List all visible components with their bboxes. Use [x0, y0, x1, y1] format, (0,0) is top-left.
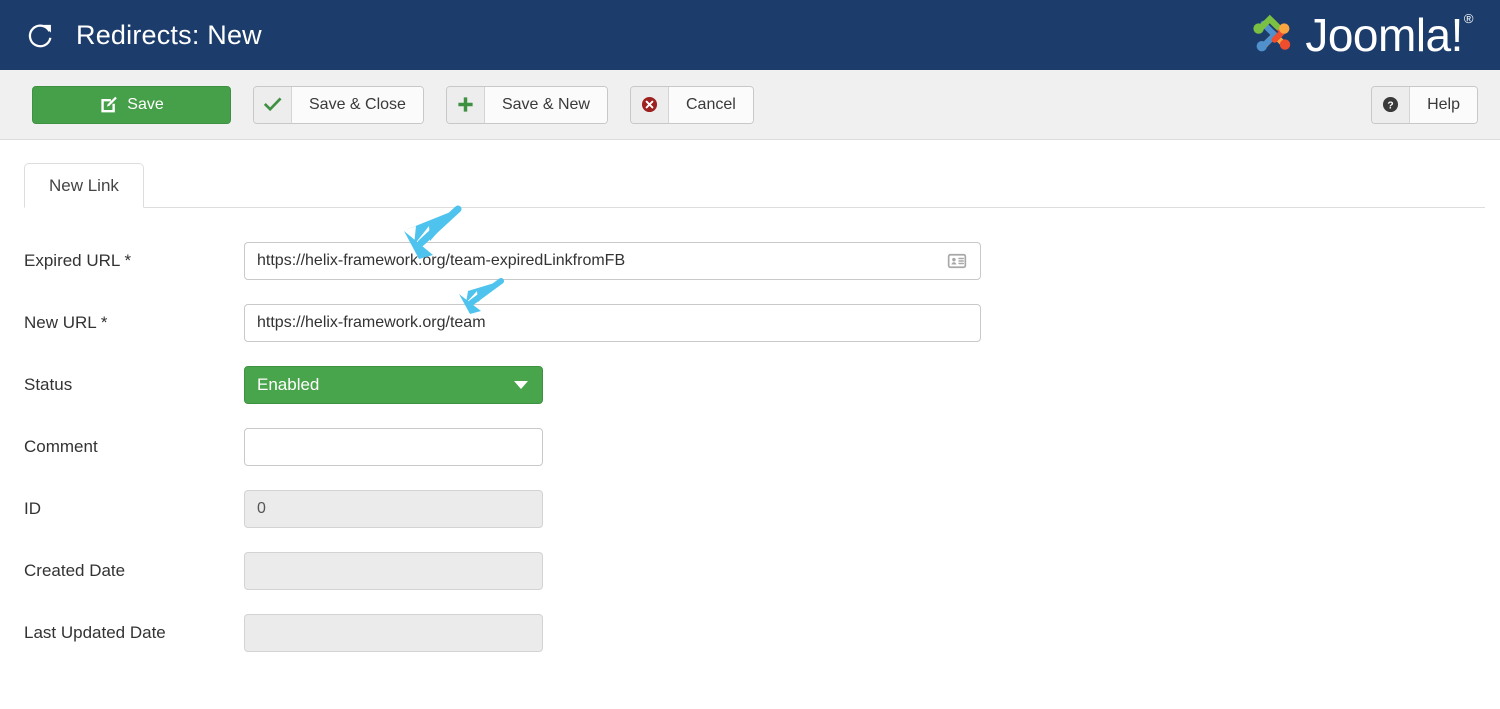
status-select[interactable]: Enabled	[244, 366, 543, 404]
registered-mark: ®	[1464, 11, 1473, 26]
toolbar-help-group: ? Help	[1371, 86, 1478, 124]
save-and-close-button[interactable]: Save & Close	[253, 86, 424, 124]
help-label: Help	[1410, 87, 1477, 123]
joomla-mark-icon	[1247, 11, 1299, 59]
edit-square-icon	[99, 95, 118, 114]
new-url-input[interactable]	[244, 304, 981, 342]
toolbar-actions: Save Save & Close Save & New	[32, 86, 754, 124]
tab-new-link[interactable]: New Link	[24, 163, 144, 208]
tab-underline	[24, 207, 1485, 208]
form-row-last-updated-date: Last Updated Date	[0, 602, 1500, 664]
field-created-date	[244, 552, 543, 590]
svg-text:?: ?	[1387, 100, 1393, 111]
redirect-arrow-icon	[26, 20, 56, 50]
save-and-close-label: Save & Close	[292, 87, 423, 123]
label-id: ID	[0, 499, 244, 519]
joomla-wordmark-text: Joomla!	[1305, 9, 1463, 61]
last-updated-date-input	[244, 614, 543, 652]
tab-new-link-label: New Link	[49, 176, 119, 196]
cancel-label: Cancel	[669, 87, 753, 123]
chevron-down-icon	[514, 381, 528, 389]
form-row-id: ID	[0, 478, 1500, 540]
redirect-form: Expired URL * New URL *	[0, 230, 1500, 664]
status-select-value: Enabled	[257, 375, 319, 395]
toolbar: Save Save & Close Save & New	[0, 70, 1500, 140]
question-circle-icon: ?	[1372, 87, 1410, 123]
plus-icon	[447, 87, 485, 123]
joomla-wordmark: Joomla!®	[1305, 12, 1472, 58]
form-row-new-url: New URL *	[0, 292, 1500, 354]
label-last-updated-date: Last Updated Date	[0, 623, 244, 643]
save-and-new-label: Save & New	[485, 87, 607, 123]
cancel-button[interactable]: Cancel	[630, 86, 754, 124]
field-status: Enabled	[244, 366, 543, 404]
circle-x-icon	[631, 87, 669, 123]
expired-url-input[interactable]	[244, 242, 981, 280]
label-comment: Comment	[0, 437, 244, 457]
save-button-label: Save	[127, 96, 163, 114]
form-row-expired-url: Expired URL *	[0, 230, 1500, 292]
form-row-created-date: Created Date	[0, 540, 1500, 602]
created-date-input	[244, 552, 543, 590]
label-created-date: Created Date	[0, 561, 244, 581]
field-comment	[244, 428, 543, 466]
field-last-updated-date	[244, 614, 543, 652]
content-area: New Link Expired URL * New URL *	[0, 163, 1500, 664]
label-expired-url: Expired URL *	[0, 251, 244, 271]
save-button[interactable]: Save	[32, 86, 231, 124]
field-expired-url	[244, 242, 981, 280]
id-input	[244, 490, 543, 528]
comment-input[interactable]	[244, 428, 543, 466]
label-new-url: New URL *	[0, 313, 244, 333]
check-icon	[254, 87, 292, 123]
label-status: Status	[0, 375, 244, 395]
app-header: Redirects: New Joomla!®	[0, 0, 1500, 70]
joomla-logo: Joomla!®	[1247, 11, 1476, 59]
save-and-new-button[interactable]: Save & New	[446, 86, 608, 124]
form-row-comment: Comment	[0, 416, 1500, 478]
form-row-status: Status Enabled	[0, 354, 1500, 416]
help-button[interactable]: ? Help	[1371, 86, 1478, 124]
field-id	[244, 490, 543, 528]
page-title: Redirects: New	[76, 20, 262, 51]
header-left: Redirects: New	[26, 20, 262, 51]
field-new-url	[244, 304, 981, 342]
tab-bar: New Link	[24, 163, 1500, 208]
